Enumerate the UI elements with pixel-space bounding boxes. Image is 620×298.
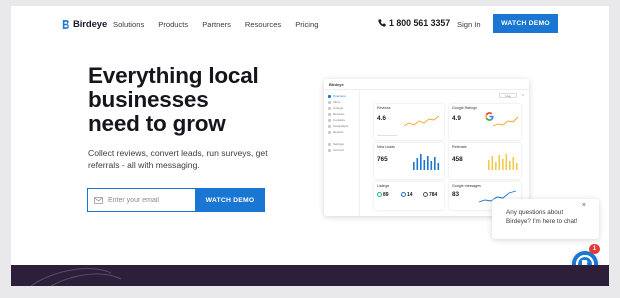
card-value: 765 — [377, 156, 388, 163]
signin-link[interactable]: Sign In — [457, 20, 481, 29]
sidebar-item-account: Account — [328, 148, 344, 152]
sidebar-item-reviews: Reviews — [328, 112, 344, 116]
settings-icon — [328, 142, 331, 146]
card-value: 458 — [452, 156, 463, 163]
phone-icon — [378, 19, 386, 27]
hero-title-line: Everything local — [88, 63, 259, 88]
brand-logo[interactable]: Birdeye — [62, 19, 107, 30]
bottom-section-band — [11, 265, 609, 286]
card-title: Listings — [377, 184, 390, 188]
card-listings: Listings 89 14 784 — [374, 182, 444, 210]
hero-title: Everything local businesses need to grow — [88, 64, 288, 136]
hero-title-line: need to grow — [88, 111, 226, 136]
sync-icon — [401, 192, 406, 197]
main-nav: Solutions Products Partners Resources Pr… — [113, 20, 318, 29]
card-title: Google messages — [452, 184, 481, 188]
decorative-swirl — [30, 268, 122, 286]
sidebar-item-inbox: Inbox — [328, 100, 340, 104]
dashboard-logo: Birdeye — [329, 82, 344, 87]
mail-icon — [94, 196, 103, 204]
nav-products[interactable]: Products — [158, 20, 188, 29]
card-footer-bar — [377, 134, 397, 136]
sidebar-item-label: Contacts — [333, 118, 345, 122]
page: Birdeye Solutions Products Partners Reso… — [11, 6, 609, 286]
contacts-icon — [328, 118, 331, 122]
watch-demo-hero-button[interactable]: WATCH DEMO — [195, 188, 265, 212]
sidebar-item-label: Settings — [333, 142, 344, 146]
card-value: 83 — [452, 191, 460, 198]
dashboard-filter: Live — [499, 93, 517, 98]
campaigns-icon — [328, 124, 331, 128]
sidebar-item-label: Campaigns — [333, 124, 349, 128]
listings-value-b: 14 — [407, 192, 413, 198]
card-title: Referrals — [452, 145, 467, 149]
sidebar-item-label: Listings — [333, 106, 344, 110]
sidebar-item-overview: Overview — [328, 94, 346, 98]
sidebar-item-reports: Reports — [328, 130, 344, 134]
card-google-ratings: Google Ratings 4.9 — [449, 104, 521, 140]
phone-link[interactable]: 1 800 561 3357 — [378, 18, 450, 28]
listings-value-c: 784 — [429, 192, 438, 198]
chat-message: Any questions about Birdeye? I'm here to… — [506, 209, 578, 225]
account-icon — [328, 148, 331, 152]
brand-name: Birdeye — [73, 19, 108, 30]
sidebar-item-listings: Listings — [328, 106, 343, 110]
check-circle-icon — [377, 192, 382, 197]
sidebar-item-settings: Settings — [328, 142, 344, 146]
leads-bar-chart — [413, 154, 440, 170]
phone-number: 1 800 561 3357 — [389, 18, 451, 28]
dashboard-preview: Birdeye Overview Inbox Listings Reviews … — [324, 79, 529, 216]
sidebar-item-label: Reports — [333, 130, 344, 134]
notification-badge: 1 — [589, 244, 600, 254]
card-new-leads: New Leads 765 — [374, 143, 444, 179]
listings-icon — [328, 106, 331, 110]
referrals-bar-chart — [488, 154, 518, 170]
reports-icon — [328, 130, 331, 134]
nav-partners[interactable]: Partners — [202, 20, 231, 29]
email-input[interactable] — [108, 196, 188, 204]
close-icon[interactable]: × — [582, 202, 586, 209]
card-referrals: Referrals 458 — [449, 143, 521, 179]
card-title: Google Ratings — [452, 106, 477, 110]
sidebar-item-contacts: Contacts — [328, 118, 345, 122]
sidebar-item-label: Overview — [333, 94, 346, 98]
card-value: 4.9 — [452, 115, 461, 122]
sidebar-item-label: Account — [333, 148, 344, 152]
reviews-trend-line — [404, 115, 440, 127]
location-icon — [423, 192, 428, 197]
listings-value-a: 89 — [383, 192, 389, 198]
card-title: Reviews — [377, 106, 391, 110]
dashboard-topbar: Birdeye — [324, 79, 529, 90]
birdeye-logo-icon — [62, 20, 69, 29]
inbox-icon — [328, 100, 331, 104]
sidebar-item-label: Reviews — [333, 112, 345, 116]
chat-popup[interactable]: Any questions about Birdeye? I'm here to… — [492, 199, 599, 239]
overview-icon — [328, 94, 331, 98]
card-title: New Leads — [377, 145, 395, 149]
hero-title-line: businesses — [88, 87, 209, 112]
dashboard-sidebar: Overview Inbox Listings Reviews Contacts… — [324, 90, 360, 216]
card-reviews: Reviews 4.6 — [374, 104, 444, 140]
nav-solutions[interactable]: Solutions — [113, 20, 144, 29]
dashboard-close-icon: × — [521, 92, 524, 97]
hero-subtitle: Collect reviews, convert leads, run surv… — [88, 148, 268, 170]
card-value: 4.6 — [377, 115, 386, 122]
email-field-wrapper[interactable] — [87, 188, 195, 212]
reviews-icon — [328, 112, 331, 116]
nav-pricing[interactable]: Pricing — [295, 20, 318, 29]
ratings-trend-line — [493, 116, 519, 127]
sidebar-item-label: Inbox — [333, 100, 341, 104]
nav-resources[interactable]: Resources — [245, 20, 281, 29]
sidebar-item-campaigns: Campaigns — [328, 124, 348, 128]
watch-demo-header-button[interactable]: WATCH DEMO — [493, 14, 558, 33]
